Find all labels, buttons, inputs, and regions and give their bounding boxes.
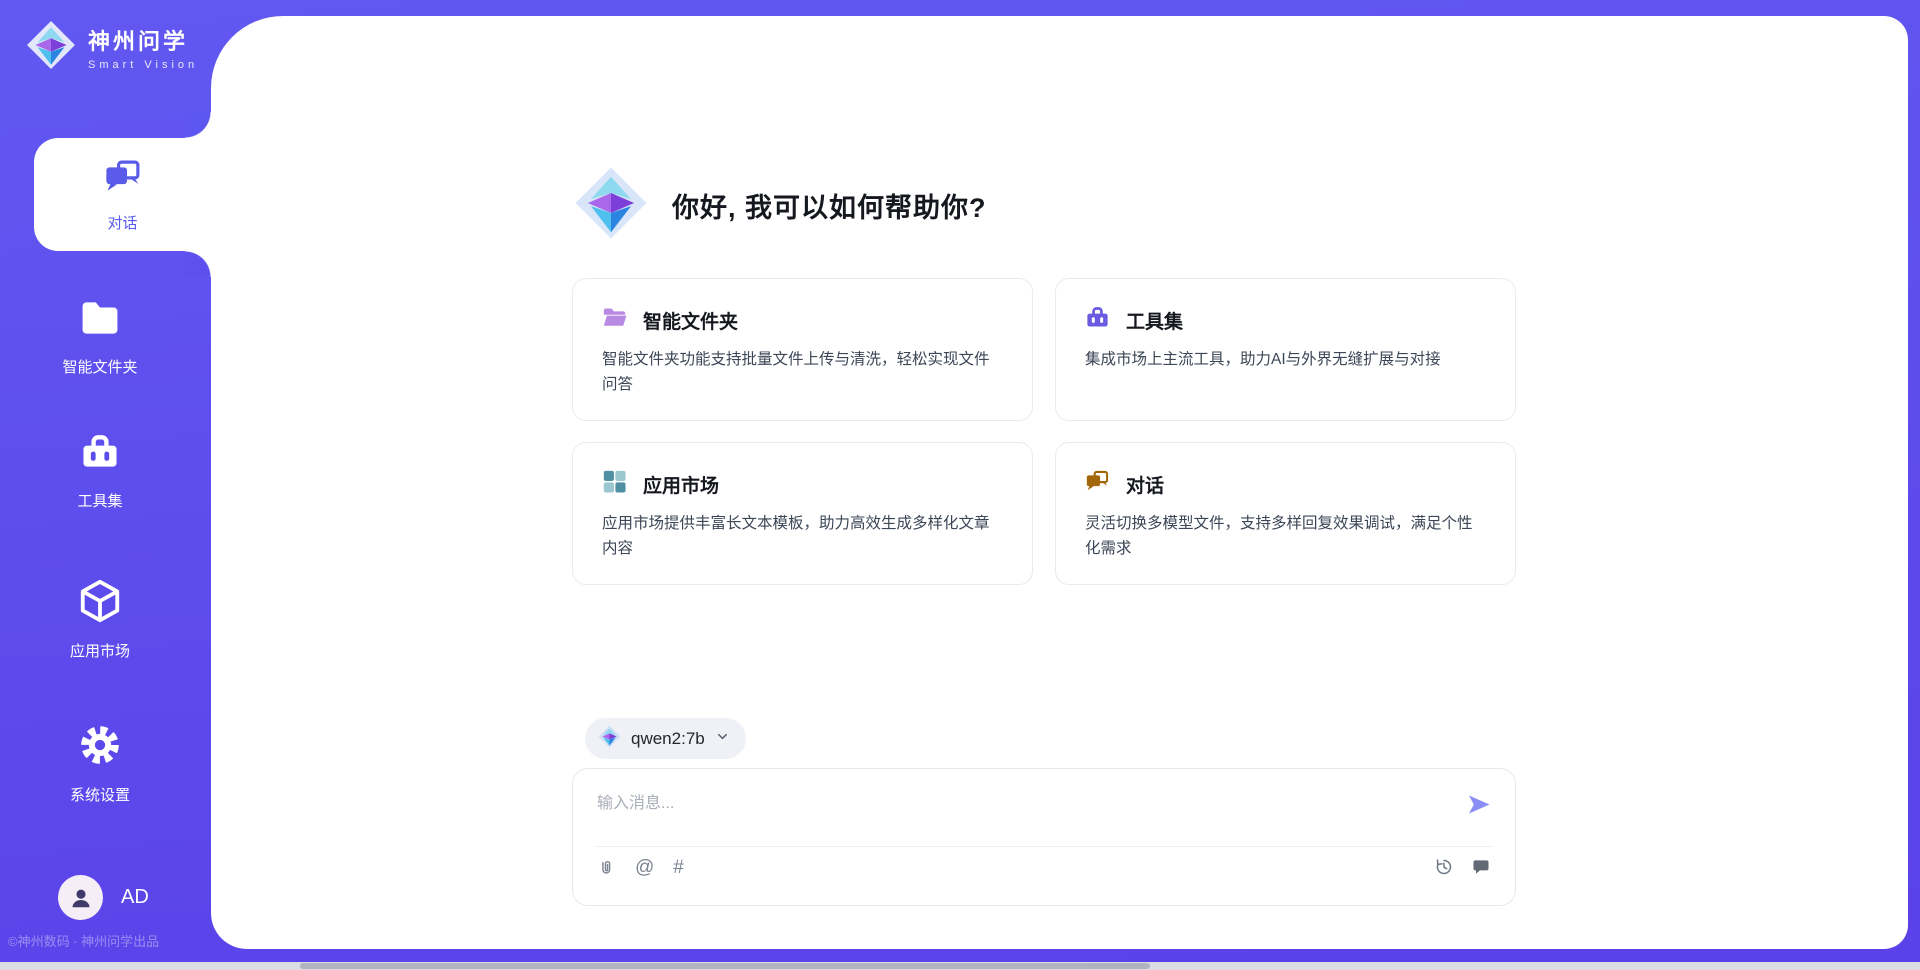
- brand-subtitle: Smart Vision: [88, 59, 198, 71]
- card-description: 智能文件夹功能支持批量文件上传与清洗，轻松实现文件问答: [601, 347, 1004, 397]
- sidebar-item-label: 智能文件夹: [62, 356, 137, 377]
- sidebar-item-app-market[interactable]: 应用市场: [0, 578, 200, 661]
- gear-icon: [77, 722, 123, 773]
- message-input[interactable]: [597, 789, 1457, 819]
- user-profile[interactable]: AD: [58, 875, 149, 920]
- folder-icon: [78, 296, 122, 345]
- user-name: AD: [121, 886, 149, 909]
- folder-icon: [601, 304, 628, 336]
- sidebar-item-settings[interactable]: 系统设置: [0, 722, 200, 805]
- card-title: 工具集: [1126, 307, 1183, 334]
- card-description: 灵活切换多模型文件，支持多样回复效果调试，满足个性化需求: [1084, 511, 1487, 561]
- card-chat[interactable]: 对话 灵活切换多模型文件，支持多样回复效果调试，满足个性化需求: [1055, 442, 1516, 585]
- card-description: 集成市场上主流工具，助力AI与外界无缝扩展与对接: [1084, 347, 1487, 372]
- chevron-down-icon: [715, 729, 730, 749]
- sidebar: 神州问学 Smart Vision 对话 智能文件夹: [0, 0, 211, 970]
- card-description: 应用市场提供丰富长文本模板，助力高效生成多样化文章内容: [601, 511, 1004, 561]
- card-title: 应用市场: [643, 471, 719, 498]
- feature-cards: 智能文件夹 智能文件夹功能支持批量文件上传与清洗，轻松实现文件问答 工具集: [572, 278, 1516, 585]
- card-title: 智能文件夹: [643, 307, 738, 334]
- greeting-logo-diamond-icon: [574, 166, 648, 245]
- sidebar-item-label: 对话: [107, 212, 137, 233]
- card-app-market[interactable]: 应用市场 应用市场提供丰富长文本模板，助力高效生成多样化文章内容: [572, 442, 1033, 585]
- conversation-bubble-icon[interactable]: [1471, 857, 1491, 877]
- chat-bubbles-icon: [1084, 468, 1111, 500]
- main-panel: 你好, 我可以如何帮助你? 智能文件夹 智能文件夹功能支持批量文件上传与清洗，轻…: [211, 16, 1908, 949]
- brand-name: 神州问学: [88, 24, 198, 56]
- avatar: [58, 875, 103, 920]
- sidebar-item-label: 系统设置: [70, 784, 130, 805]
- cube-icon: [77, 578, 123, 629]
- model-logo-diamond-icon: [598, 725, 621, 753]
- sidebar-item-label: 应用市场: [70, 640, 130, 661]
- sidebar-item-toolbox[interactable]: 工具集: [0, 430, 200, 511]
- attach-paperclip-icon[interactable]: [597, 859, 616, 878]
- main-content: 你好, 我可以如何帮助你? 智能文件夹 智能文件夹功能支持批量文件上传与清洗，轻…: [572, 16, 1516, 949]
- horizontal-scrollbar[interactable]: [0, 962, 1920, 970]
- toolbox-icon: [1084, 304, 1111, 336]
- send-icon[interactable]: [1467, 793, 1491, 817]
- model-selector[interactable]: qwen2:7b: [585, 718, 746, 759]
- card-toolbox[interactable]: 工具集 集成市场上主流工具，助力AI与外界无缝扩展与对接: [1055, 278, 1516, 421]
- card-smart-folder[interactable]: 智能文件夹 智能文件夹功能支持批量文件上传与清洗，轻松实现文件问答: [572, 278, 1033, 421]
- copyright-text: ©神州数码 · 神州问学出品: [8, 931, 159, 950]
- sidebar-item-chat[interactable]: 对话: [34, 138, 211, 251]
- tab-fillet-top: [185, 112, 211, 138]
- apps-grid-icon: [601, 468, 628, 500]
- sidebar-item-label: 工具集: [77, 490, 122, 511]
- hash-icon[interactable]: #: [673, 857, 684, 879]
- brand-logo-diamond-icon: [26, 20, 76, 75]
- composer-divider: [595, 846, 1493, 847]
- toolbox-icon: [78, 430, 122, 479]
- model-name: qwen2:7b: [631, 729, 705, 749]
- sidebar-item-smart-folder[interactable]: 智能文件夹: [0, 296, 200, 377]
- card-title: 对话: [1126, 471, 1164, 498]
- chat-bubbles-icon: [102, 156, 144, 203]
- scrollbar-thumb[interactable]: [300, 963, 1150, 969]
- mention-at-icon[interactable]: @: [635, 857, 654, 879]
- history-icon[interactable]: [1434, 857, 1454, 877]
- greeting-title: 你好, 我可以如何帮助你?: [672, 186, 987, 225]
- tab-fillet-bottom: [185, 251, 211, 277]
- brand: 神州问学 Smart Vision: [26, 20, 198, 75]
- message-composer: @ #: [572, 768, 1516, 906]
- greeting: 你好, 我可以如何帮助你?: [574, 166, 987, 245]
